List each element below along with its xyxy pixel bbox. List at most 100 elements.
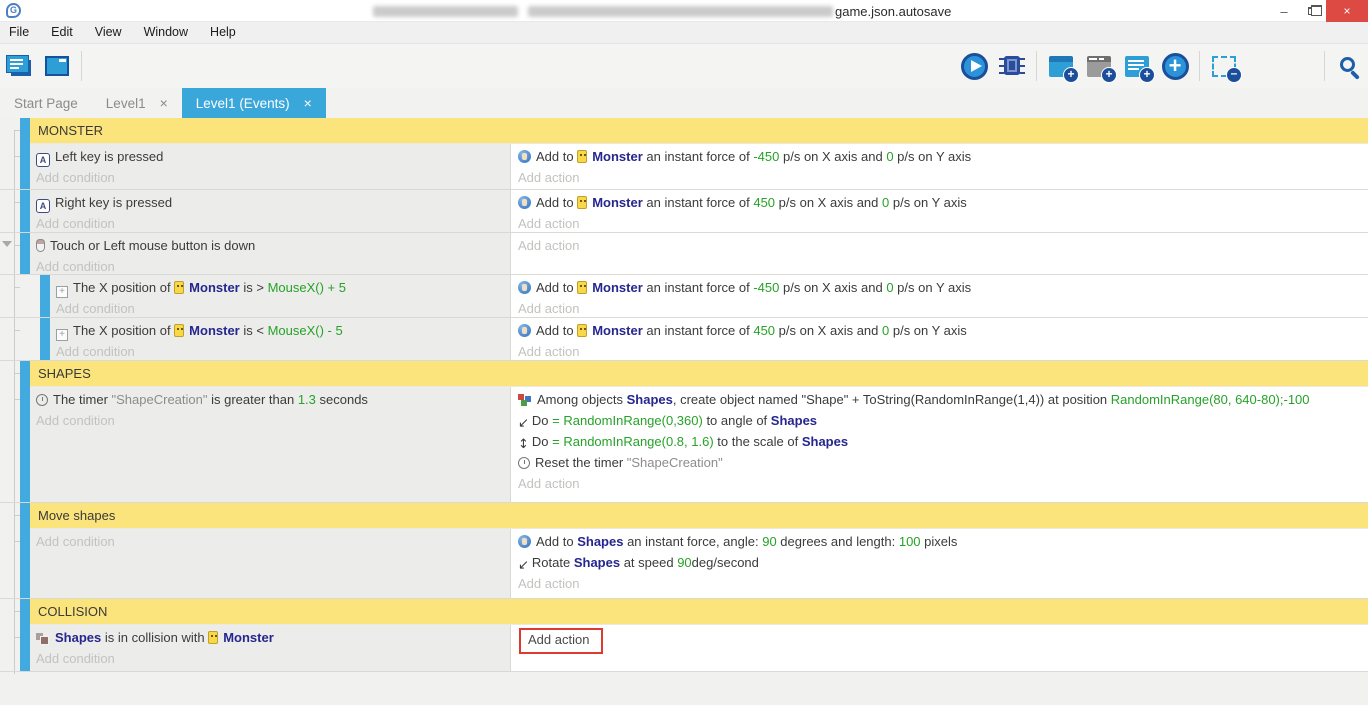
event-row: Add conditionAdd to Shapes an instant fo…	[0, 529, 1368, 599]
group-header[interactable]: MONSTER	[30, 118, 1368, 144]
event-selector-bar[interactable]	[20, 503, 30, 529]
collapse-arrow-icon[interactable]	[2, 241, 12, 247]
scene-editor-button[interactable]	[38, 47, 76, 85]
event-text: an instant force of	[643, 149, 754, 164]
tab-close-icon[interactable]: ×	[160, 95, 168, 111]
project-manager-button[interactable]	[0, 47, 38, 85]
add-action-button[interactable]: Add action	[511, 167, 1368, 188]
minimize-button[interactable]: –	[1270, 0, 1298, 22]
redacted-title-segment	[373, 6, 518, 17]
search-button[interactable]	[1330, 47, 1368, 85]
menu-item-view[interactable]: View	[84, 22, 133, 43]
menu-item-help[interactable]: Help	[199, 22, 247, 43]
action-line[interactable]: Add to Monster an instant force of 450 p…	[511, 320, 1368, 341]
event-text: an instant force of	[643, 280, 754, 295]
condition-line[interactable]: The X position of Monster is < MouseX() …	[50, 320, 510, 341]
placeholder-text: Add condition	[36, 216, 115, 231]
add-subevent-button[interactable]	[1118, 47, 1156, 85]
event-selector-bar[interactable]	[20, 361, 30, 387]
action-line[interactable]: Among objects Shapes, create object name…	[511, 389, 1368, 410]
action-line[interactable]: Add to Shapes an instant force, angle: 9…	[511, 531, 1368, 552]
event-text: is <	[240, 323, 268, 338]
event-text: MouseX() - 5	[268, 323, 343, 338]
add-something-button[interactable]	[1156, 47, 1194, 85]
event-text: Rotate	[532, 555, 574, 570]
event-selector-bar[interactable]	[20, 190, 30, 232]
action-line[interactable]: Rotate Shapes at speed 90deg/second	[511, 552, 1368, 573]
collision-icon	[36, 632, 50, 644]
remove-event-button[interactable]	[1205, 47, 1243, 85]
tab-label: Start Page	[14, 96, 78, 111]
create-object-icon	[518, 394, 532, 406]
play-button[interactable]	[955, 47, 993, 85]
group-header[interactable]: COLLISION	[30, 599, 1368, 625]
add-action-button[interactable]: Add action	[511, 235, 1368, 256]
redo-button[interactable]	[1281, 47, 1319, 85]
add-condition-button[interactable]: Add condition	[30, 167, 510, 188]
add-condition-button[interactable]: Add condition	[30, 531, 510, 552]
action-line[interactable]: Add to Monster an instant force of -450 …	[511, 146, 1368, 167]
project-manager-icon	[11, 60, 31, 76]
event-selector-bar[interactable]	[20, 387, 30, 502]
add-comment-button[interactable]	[1080, 47, 1118, 85]
event-selector-bar[interactable]	[40, 318, 50, 360]
actions-column: Add to Monster an instant force of 450 p…	[510, 190, 1368, 232]
scale-icon	[518, 434, 529, 455]
event-text: Shapes	[574, 555, 620, 570]
tab-level1-events-[interactable]: Level1 (Events)×	[182, 88, 326, 118]
event-gutter	[0, 144, 20, 189]
event-selector-bar[interactable]	[20, 529, 30, 598]
add-condition-button[interactable]: Add condition	[30, 648, 510, 669]
event-selector-bar[interactable]	[20, 118, 30, 144]
condition-line[interactable]: The X position of Monster is > MouseX() …	[50, 277, 510, 298]
event-selector-bar[interactable]	[20, 233, 30, 274]
tab-level1[interactable]: Level1×	[92, 88, 182, 118]
condition-line[interactable]: Touch or Left mouse button is down	[30, 235, 510, 256]
conditions-column: Touch or Left mouse button is downAdd co…	[30, 233, 510, 274]
menu-item-edit[interactable]: Edit	[40, 22, 84, 43]
add-action-button[interactable]: Add action	[511, 298, 1368, 317]
play-icon	[961, 53, 988, 80]
condition-line[interactable]: Right key is pressed	[30, 192, 510, 213]
add-action-button[interactable]: Add action	[511, 627, 1368, 648]
action-line[interactable]: Do = RandomInRange(0.8, 1.6) to the scal…	[511, 431, 1368, 452]
condition-line[interactable]: The timer "ShapeCreation" is greater tha…	[30, 389, 510, 410]
action-line[interactable]: Do = RandomInRange(0,360) to angle of Sh…	[511, 410, 1368, 431]
menu-item-file[interactable]: File	[0, 22, 40, 43]
event-text: 0	[886, 280, 893, 295]
add-condition-button[interactable]: Add condition	[30, 256, 510, 274]
event-text: p/s on X axis and	[775, 195, 882, 210]
event-selector-bar[interactable]	[20, 625, 30, 671]
add-event-button[interactable]	[1042, 47, 1080, 85]
tab-start-page[interactable]: Start Page	[0, 88, 92, 118]
event-text: an instant force of	[643, 323, 754, 338]
add-condition-button[interactable]: Add condition	[30, 213, 510, 232]
menu-item-window[interactable]: Window	[133, 22, 199, 43]
debug-button[interactable]	[993, 47, 1031, 85]
action-line[interactable]: Reset the timer "ShapeCreation"	[511, 452, 1368, 473]
action-line[interactable]: Add to Monster an instant force of -450 …	[511, 277, 1368, 298]
close-button[interactable]: ×	[1326, 0, 1368, 22]
undo-button[interactable]	[1243, 47, 1281, 85]
add-action-button[interactable]: Add action	[511, 341, 1368, 360]
add-condition-button[interactable]: Add condition	[50, 341, 510, 360]
add-condition-button[interactable]: Add condition	[30, 410, 510, 431]
action-line[interactable]: Add to Monster an instant force of 450 p…	[511, 192, 1368, 213]
add-action-button[interactable]: Add action	[511, 473, 1368, 494]
event-selector-bar[interactable]	[20, 144, 30, 189]
add-action-button[interactable]: Add action	[511, 213, 1368, 232]
condition-line[interactable]: Shapes is in collision with Monster	[30, 627, 510, 648]
add-action-button[interactable]: Add action	[511, 573, 1368, 594]
event-selector-bar[interactable]	[20, 599, 30, 625]
event-text: "ShapeCreation"	[627, 455, 723, 470]
condition-line[interactable]: Left key is pressed	[30, 146, 510, 167]
group-header[interactable]: SHAPES	[30, 361, 1368, 387]
event-selector-bar[interactable]	[40, 275, 50, 317]
event-gutter	[0, 387, 20, 502]
add-condition-button[interactable]: Add condition	[50, 298, 510, 317]
restore-button[interactable]	[1298, 0, 1326, 22]
window-title-text: game.json.autosave	[835, 4, 951, 19]
placeholder-text: Add action	[518, 238, 579, 253]
tab-close-icon[interactable]: ×	[304, 95, 312, 111]
group-header[interactable]: Move shapes	[30, 503, 1368, 529]
